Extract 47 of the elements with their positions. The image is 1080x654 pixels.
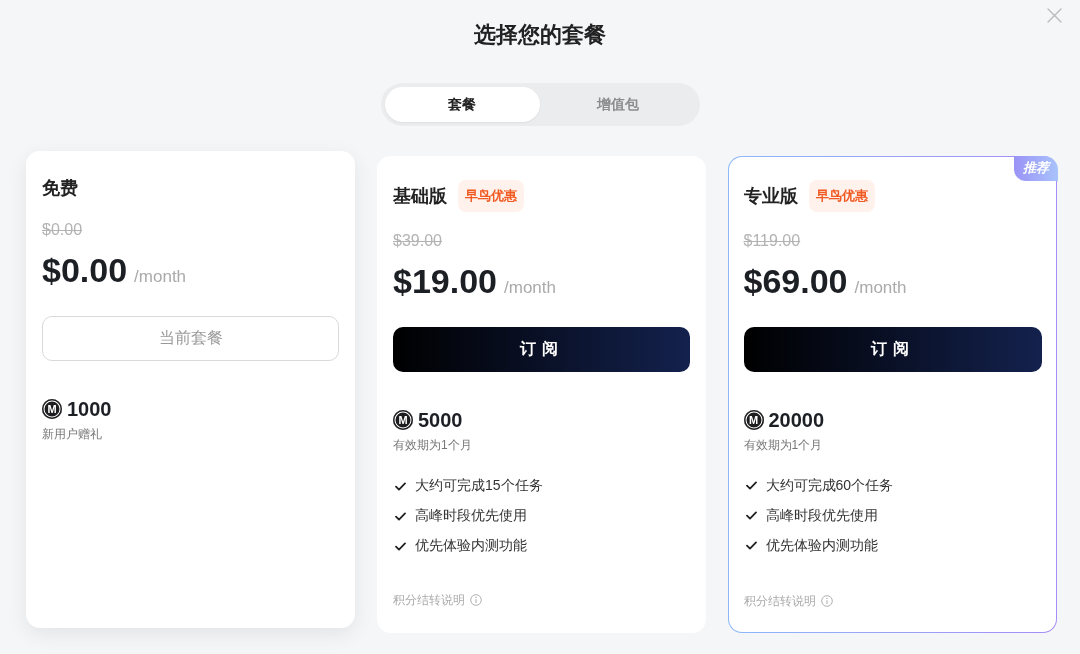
price: $69.00 (743, 260, 848, 301)
credit-amount: 5000 (418, 408, 463, 433)
coin-icon: M (393, 410, 413, 430)
credit-note: 有效期为1个月 (393, 437, 472, 453)
credit-note: 新用户赠礼 (42, 426, 102, 442)
original-price: $0.00 (42, 220, 83, 240)
original-price: $39.00 (393, 231, 442, 251)
check-icon (395, 511, 406, 521)
credit-amount: 1000 (67, 397, 112, 422)
coin-icon: M (743, 409, 764, 430)
check-icon (395, 541, 406, 551)
info-icon[interactable] (820, 594, 833, 607)
subscribe-button[interactable]: 订阅 (393, 327, 690, 372)
subscribe-button[interactable]: 订阅 (743, 326, 1042, 372)
plan-name: 基础版 (393, 185, 447, 208)
carryover-link[interactable]: 积分结转说明 (393, 591, 465, 609)
feature-text: 优先体验内测功能 (415, 537, 527, 555)
info-icon[interactable] (470, 594, 482, 606)
promo-tag: 早鸟优惠 (808, 179, 875, 212)
current-plan-button[interactable]: 当前套餐 (42, 316, 339, 361)
feature-text: 优先体验内测功能 (765, 536, 878, 555)
close-icon[interactable] (1047, 8, 1062, 23)
credit-amount: 20000 (768, 407, 825, 433)
price: $19.00 (393, 261, 497, 301)
tab[interactable]: 套餐 (384, 87, 540, 122)
dialog-title: 选择您的套餐 (474, 21, 606, 49)
feature-text: 大约可完成15个任务 (415, 477, 543, 495)
check-icon (745, 481, 757, 490)
plan-name: 专业版 (743, 184, 798, 208)
price-period: /month (854, 277, 907, 298)
feature-text: 大约可完成60个任务 (765, 476, 894, 495)
check-icon (745, 511, 757, 520)
promo-tag: 早鸟优惠 (458, 180, 524, 212)
credit-note: 有效期为1个月 (743, 436, 823, 453)
check-icon (745, 541, 757, 550)
check-icon (395, 481, 406, 491)
price-period: /month (134, 267, 187, 287)
price-period: /month (504, 278, 556, 298)
original-price: $119.00 (743, 230, 801, 251)
price: $0.00 (42, 250, 128, 290)
recommended-ribbon: 推荐 (1013, 155, 1058, 181)
feature-text: 高峰时段优先使用 (765, 506, 878, 525)
coin-icon: M (42, 399, 62, 419)
plan-name: 免费 (42, 177, 78, 200)
carryover-link[interactable]: 积分结转说明 (743, 591, 816, 610)
tab[interactable]: 增值包 (540, 87, 696, 122)
feature-text: 高峰时段优先使用 (415, 507, 527, 525)
